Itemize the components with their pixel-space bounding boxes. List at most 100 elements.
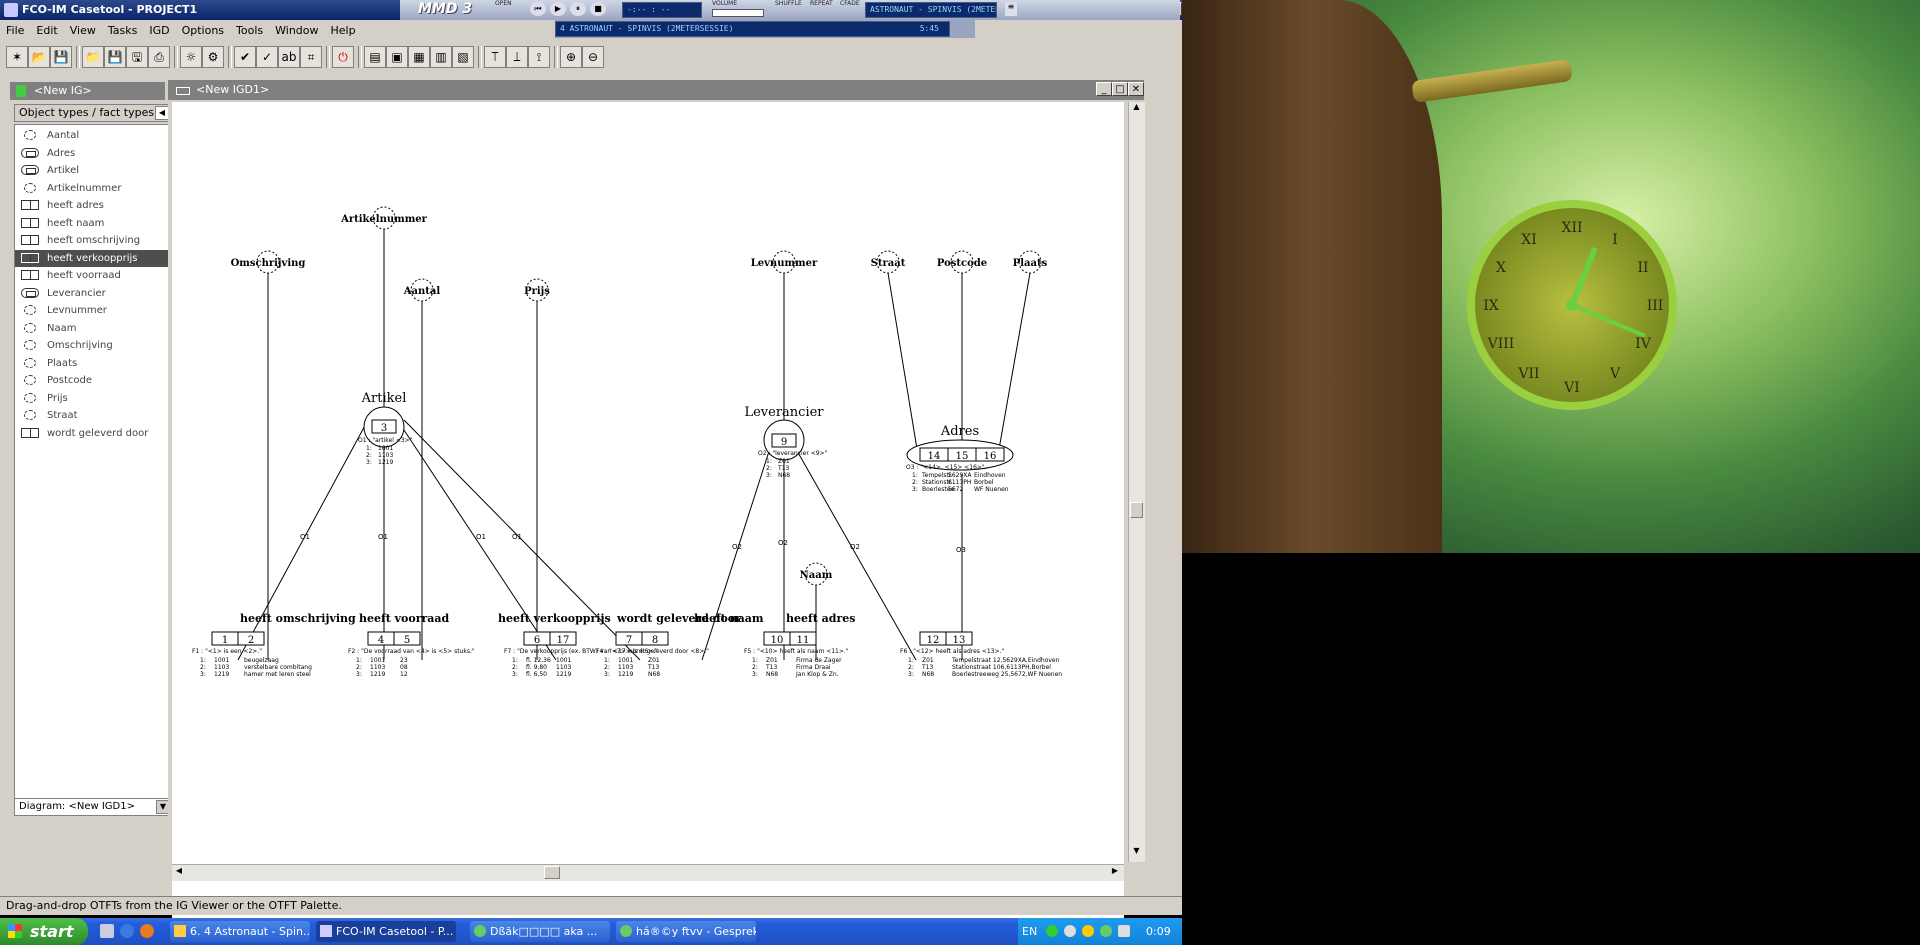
save-as-icon[interactable]: 🖫 [126,46,148,68]
list-item[interactable]: Plaats [15,355,171,372]
information-grammar-diagram[interactable]: Omschrijving Artikelnummer Aantal Prijs Levn… [172,102,1124,862]
horizontal-scroll-thumb[interactable] [544,866,560,879]
verify-icon[interactable]: ✔ [234,46,256,68]
tray-icon[interactable] [1082,925,1094,937]
new-project-icon[interactable]: ✶ [6,46,28,68]
label-type-aantal[interactable]: Aantal [403,278,441,302]
list-item[interactable]: Postcode [15,372,171,389]
menu-window[interactable]: Window [269,22,324,40]
diagram-close-button[interactable]: ✕ [1128,82,1144,96]
quicklaunch-desktop-icon[interactable] [100,924,114,938]
vertical-scroll-thumb[interactable] [1130,502,1143,518]
fact-type-voorraad[interactable]: heeft voorraad 4 5 F2 : "De voorraad van <4… [348,612,475,678]
tree-3-icon[interactable]: ⟟ [528,46,550,68]
tree-icon[interactable]: ⟙ [484,46,506,68]
list-item[interactable]: Leverancier [15,285,171,302]
list-item[interactable]: Omschrijving [15,337,171,354]
list-item[interactable]: Straat [15,407,171,424]
open-icon[interactable]: 📁 [82,46,104,68]
list-item[interactable]: wordt geleverd door [15,425,171,442]
collapse-arrow-icon[interactable]: ◀ [155,106,169,120]
label-type-postcode[interactable]: Postcode [937,250,987,274]
list-item[interactable]: Artikel [15,162,171,179]
list-item[interactable]: Levnummer [15,302,171,319]
open-project-icon[interactable]: 📂 [28,46,50,68]
label-type-prijs[interactable]: Prijs [524,278,550,302]
list-item[interactable]: heeft adres [15,197,171,214]
menu-file[interactable]: File [0,22,30,40]
menu-view[interactable]: View [64,22,102,40]
list-item[interactable]: Artikelnummer [15,180,171,197]
label-type-omschrijving[interactable]: Omschrijving [231,250,306,274]
list-item[interactable]: heeft naam [15,215,171,232]
quicklaunch-firefox-icon[interactable] [140,924,154,938]
scroll-right-icon[interactable]: ▶ [1108,866,1122,879]
language-indicator[interactable]: EN [1022,918,1037,945]
diagram-minimize-button[interactable]: _ [1096,82,1112,96]
volume-slider[interactable] [712,9,764,17]
list-item[interactable]: heeft omschrijving [15,232,171,249]
task-messenger-2[interactable]: há®©y ftvv - Gesprek [616,921,756,942]
list-item[interactable]: Aantal [15,127,171,144]
window-1-icon[interactable]: ▤ [364,46,386,68]
vertical-scrollbar[interactable]: ▲ ▼ [1128,102,1145,862]
play-button[interactable]: ▶ [550,2,566,16]
abc-icon[interactable]: ab [278,46,300,68]
diagram-maximize-button[interactable]: □ [1112,82,1128,96]
task-media-player[interactable]: 6. 4 Astronaut - Spin... [170,921,310,942]
list-item[interactable]: heeft voorraad [15,267,171,284]
quicklaunch-ie-icon[interactable] [120,924,134,938]
entity-leverancier[interactable]: Leverancier 9 O2 : "leverancier <9>"1: Z01 2… [744,405,827,479]
check-icon[interactable]: ✓ [256,46,278,68]
list-item[interactable]: Prijs [15,390,171,407]
list-item[interactable]: Adres [15,145,171,162]
window-4-icon[interactable]: ▥ [430,46,452,68]
volume-icon[interactable] [1118,925,1130,937]
diagram-canvas[interactable]: Omschrijving Artikelnummer Aantal Prijs Levn… [172,102,1124,942]
window-3-icon[interactable]: ▦ [408,46,430,68]
zoom-in-icon[interactable]: ⊕ [560,46,582,68]
scroll-left-icon[interactable]: ◀ [172,866,186,879]
tray-icon[interactable] [1046,925,1058,937]
tree-2-icon[interactable]: ⟘ [506,46,528,68]
stop-button[interactable]: ■ [590,2,606,16]
playlist-button[interactable]: ≡ [1005,2,1017,16]
menu-tasks[interactable]: Tasks [102,22,143,40]
label-type-levnummer[interactable]: Levnummer [751,250,818,274]
label-type-naam[interactable]: Naam [800,562,833,586]
menu-tools[interactable]: Tools [230,22,269,40]
diagram-select[interactable]: Diagram: <New IGD1> ▼ [14,798,172,816]
start-button[interactable]: start [0,918,88,945]
window-5-icon[interactable]: ▧ [452,46,474,68]
tray-icon[interactable] [1100,925,1112,937]
label-type-plaats[interactable]: Plaats [1013,250,1048,274]
task-fco-casetool[interactable]: FCO-IM Casetool - P... [316,921,456,942]
label-type-straat[interactable]: Straat [871,250,906,274]
menu-edit[interactable]: Edit [30,22,63,40]
zoom-out-icon[interactable]: ⊖ [582,46,604,68]
print-icon[interactable]: ⎙ [148,46,170,68]
list-item[interactable]: Naam [15,320,171,337]
horizontal-scrollbar[interactable]: ◀ ▶ [172,864,1124,881]
fact-type-omschr[interactable]: heeft omschrijving 1 2 F1 : "<1> is een <2>… [192,612,356,678]
entity-adres[interactable]: Adres14 15 16O3 : "<14>, <15> <16>"1: Tempe… [906,424,1014,493]
power-icon[interactable]: ⏻ [332,46,354,68]
save-icon[interactable]: 💾 [104,46,126,68]
save-project-icon[interactable]: 💾 [50,46,72,68]
menu-options[interactable]: Options [176,22,230,40]
scroll-down-icon[interactable]: ▼ [1130,846,1143,860]
menu-igd[interactable]: IGD [143,22,175,40]
scroll-up-icon[interactable]: ▲ [1130,102,1143,116]
entity-artikel[interactable]: Artikel 3 O1 : "artikel <3>"1: 1001 2: 1103 3:… [358,391,413,466]
tray-icon[interactable] [1064,925,1076,937]
task-messenger-1[interactable]: Dßăk□□□□ aka ... [470,921,610,942]
generate-icon[interactable]: ☼ [180,46,202,68]
transform-icon[interactable]: ⚙ [202,46,224,68]
prev-button[interactable]: ⏮ [530,2,546,16]
menu-help[interactable]: Help [325,22,362,40]
pause-button[interactable]: ⏸ [570,2,586,16]
label-type-artikelnummer[interactable]: Artikelnummer [340,206,428,230]
list-item[interactable]: heeft verkoopprijs [15,249,171,267]
rules-icon[interactable]: ⌗ [300,46,322,68]
window-2-icon[interactable]: ▣ [386,46,408,68]
